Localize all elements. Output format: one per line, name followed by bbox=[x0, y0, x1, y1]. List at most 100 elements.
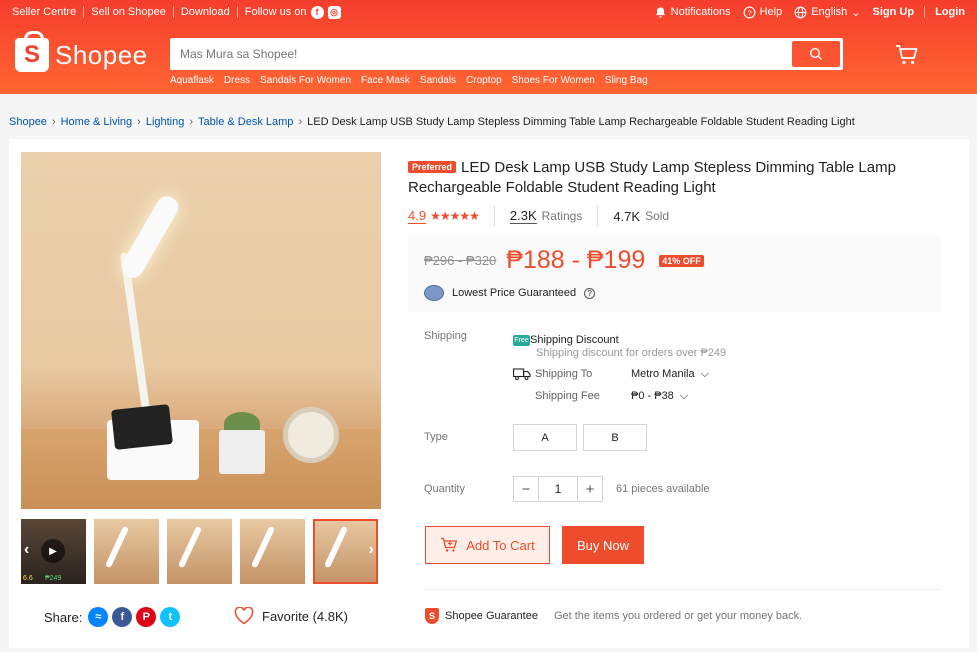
thumbnail[interactable] bbox=[94, 519, 159, 584]
stock-available: 61 pieces available bbox=[616, 483, 710, 495]
sell-on-shopee-link[interactable]: Sell on Shopee bbox=[91, 6, 166, 18]
login-link[interactable]: Login bbox=[935, 6, 965, 18]
variant-option-b[interactable]: B bbox=[583, 424, 647, 451]
shield-icon: S bbox=[425, 608, 439, 624]
favorite-button[interactable]: Favorite (4.8K) bbox=[234, 607, 348, 625]
pinterest-icon[interactable]: P bbox=[136, 607, 157, 627]
globe-icon bbox=[794, 6, 807, 18]
rating-value[interactable]: 4.9 bbox=[408, 208, 427, 224]
chevron-down-icon[interactable]: ⌵ bbox=[680, 390, 688, 403]
search-hint[interactable]: Sandals For Women bbox=[260, 75, 351, 86]
search-hint[interactable]: Dress bbox=[224, 75, 250, 86]
play-icon: ▶ bbox=[41, 539, 65, 563]
thumbnail-active[interactable]: › bbox=[313, 519, 378, 584]
sign-up-link[interactable]: Sign Up bbox=[873, 6, 915, 18]
add-to-cart-button[interactable]: Add To Cart bbox=[425, 526, 550, 564]
star-rating-icon: ★★★★★ bbox=[430, 209, 480, 223]
shopee-guarantee[interactable]: S Shopee Guarantee Get the items you ord… bbox=[425, 608, 802, 624]
shipping-info: Free Shipping Discount Shipping discount… bbox=[513, 329, 726, 407]
lamp-thumb bbox=[104, 525, 130, 569]
divider bbox=[424, 589, 942, 590]
share-row: Share: ≈ f P t bbox=[44, 607, 181, 627]
thumbnail[interactable] bbox=[240, 519, 305, 584]
breadcrumb-link[interactable]: Home & Living bbox=[61, 116, 133, 128]
buy-now-button[interactable]: Buy Now bbox=[562, 526, 644, 564]
messenger-icon[interactable]: ≈ bbox=[88, 607, 109, 627]
divider bbox=[236, 6, 238, 18]
divider bbox=[924, 6, 926, 18]
quantity-label: Quantity bbox=[424, 483, 465, 495]
language-selector[interactable]: English ⌄ bbox=[794, 6, 861, 19]
lamp-thumb bbox=[177, 525, 203, 569]
ratings-count[interactable]: 2.3K bbox=[509, 208, 537, 224]
ratings-label: Ratings bbox=[541, 209, 583, 223]
sold-count: 4.7K bbox=[613, 208, 641, 224]
search-hint[interactable]: Sandals bbox=[420, 75, 456, 86]
help-icon: ? bbox=[743, 6, 756, 18]
breadcrumb-link[interactable]: Table & Desk Lamp bbox=[198, 116, 293, 128]
cart-icon bbox=[896, 45, 918, 65]
thumbnail[interactable] bbox=[167, 519, 232, 584]
increase-quantity-button[interactable]: + bbox=[577, 476, 603, 502]
search-input[interactable] bbox=[173, 47, 792, 61]
shipping-to-label: Shipping To bbox=[535, 368, 593, 380]
clock-image bbox=[283, 407, 339, 463]
search-hint[interactable]: Shoes For Women bbox=[512, 75, 595, 86]
chevron-down-icon[interactable]: ⌵ bbox=[701, 368, 709, 381]
divider bbox=[172, 6, 174, 18]
thumbnail-price: ₱249 bbox=[45, 575, 62, 582]
follow-us: Follow us on f ◎ bbox=[244, 5, 341, 19]
shipping-label: Shipping bbox=[424, 330, 467, 342]
search-hint[interactable]: Sling Bag bbox=[605, 75, 648, 86]
heart-icon bbox=[234, 607, 254, 625]
quantity-input[interactable]: 1 bbox=[539, 476, 577, 502]
search-hint[interactable]: Face Mask bbox=[361, 75, 410, 86]
chevron-right-icon[interactable]: › bbox=[369, 541, 374, 559]
add-to-cart-label: Add To Cart bbox=[466, 537, 535, 553]
svg-text:?: ? bbox=[747, 8, 751, 17]
chevron-right-icon: › bbox=[137, 116, 141, 128]
chevron-right-icon: › bbox=[189, 116, 194, 128]
chevron-left-icon[interactable]: ‹ bbox=[24, 541, 29, 559]
cart-plus-icon bbox=[441, 537, 458, 552]
help-link[interactable]: ? Help bbox=[743, 6, 782, 19]
shipping-to-value[interactable]: Metro Manila bbox=[631, 368, 695, 380]
facebook-icon[interactable]: f bbox=[310, 5, 324, 19]
shopee-logo[interactable]: S Shopee bbox=[15, 31, 170, 72]
decrease-quantity-button[interactable]: − bbox=[513, 476, 539, 502]
shipping-discount-title: Shipping Discount bbox=[530, 334, 619, 346]
discount-badge: 41% OFF bbox=[659, 254, 704, 267]
product-stats: 4.9 ★★★★★ 2.3K Ratings 4.7K Sold bbox=[408, 205, 941, 227]
search-icon bbox=[809, 47, 822, 60]
pot-image bbox=[219, 430, 265, 474]
search-hint[interactable]: Aquaflask bbox=[170, 75, 214, 86]
download-link[interactable]: Download bbox=[181, 6, 230, 18]
chevron-right-icon: › bbox=[51, 116, 56, 128]
variant-option-a[interactable]: A bbox=[513, 424, 577, 451]
product-main-image[interactable] bbox=[21, 152, 381, 509]
twitter-icon[interactable]: t bbox=[160, 607, 181, 627]
top-nav: Seller Centre Sell on Shopee Download Fo… bbox=[0, 0, 977, 24]
logo-text: Shopee bbox=[55, 39, 148, 70]
cart-button[interactable] bbox=[895, 44, 919, 69]
lamp-thumb bbox=[250, 525, 276, 569]
truck-icon bbox=[513, 368, 531, 380]
instagram-icon[interactable]: ◎ bbox=[327, 5, 341, 19]
lamp-head bbox=[117, 192, 183, 282]
facebook-icon[interactable]: f bbox=[112, 607, 133, 627]
seller-centre-link[interactable]: Seller Centre bbox=[12, 6, 76, 18]
help-icon[interactable]: ? bbox=[584, 287, 596, 299]
search-hint[interactable]: Croptop bbox=[466, 75, 502, 86]
breadcrumb-link[interactable]: Shopee bbox=[9, 116, 47, 128]
type-label: Type bbox=[424, 431, 448, 443]
breadcrumb-link[interactable]: Lighting bbox=[146, 116, 185, 128]
divider bbox=[597, 205, 599, 227]
thumbnail-video[interactable]: ‹ ▶ 6.6 ₱249 bbox=[21, 519, 86, 584]
product-title-text: LED Desk Lamp USB Study Lamp Stepless Di… bbox=[408, 159, 896, 196]
search-button[interactable] bbox=[792, 41, 840, 67]
notifications-link[interactable]: Notifications bbox=[654, 6, 731, 19]
follow-us-label: Follow us on bbox=[244, 6, 307, 18]
shipping-fee-value[interactable]: ₱0 - ₱38 bbox=[631, 390, 674, 402]
current-price: ₱188 - ₱199 bbox=[506, 246, 646, 274]
shipping-discount-sub: Shipping discount for orders over ₱249 bbox=[536, 347, 727, 359]
